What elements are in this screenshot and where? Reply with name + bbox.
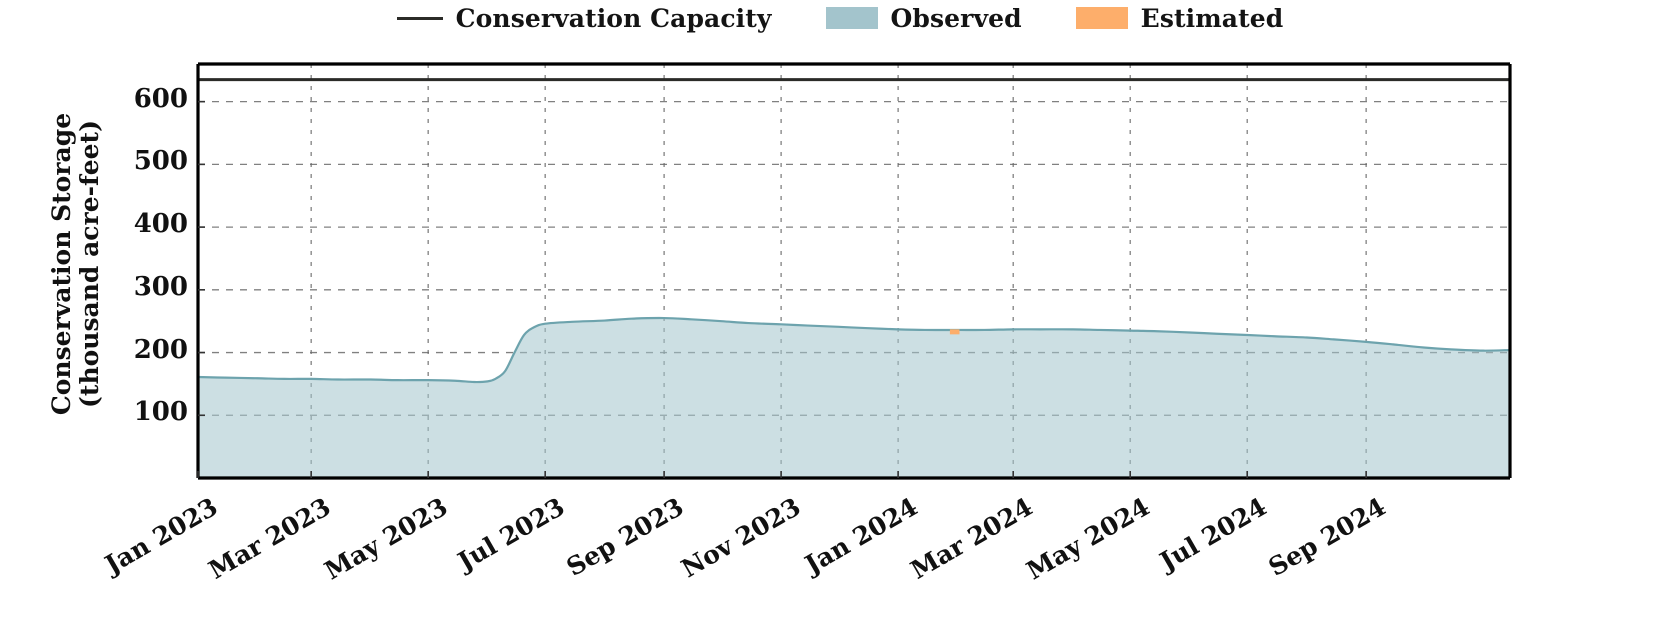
plot-area (196, 62, 1512, 480)
chart-figure: Conservation Capacity Observed Estimated… (0, 0, 1680, 630)
